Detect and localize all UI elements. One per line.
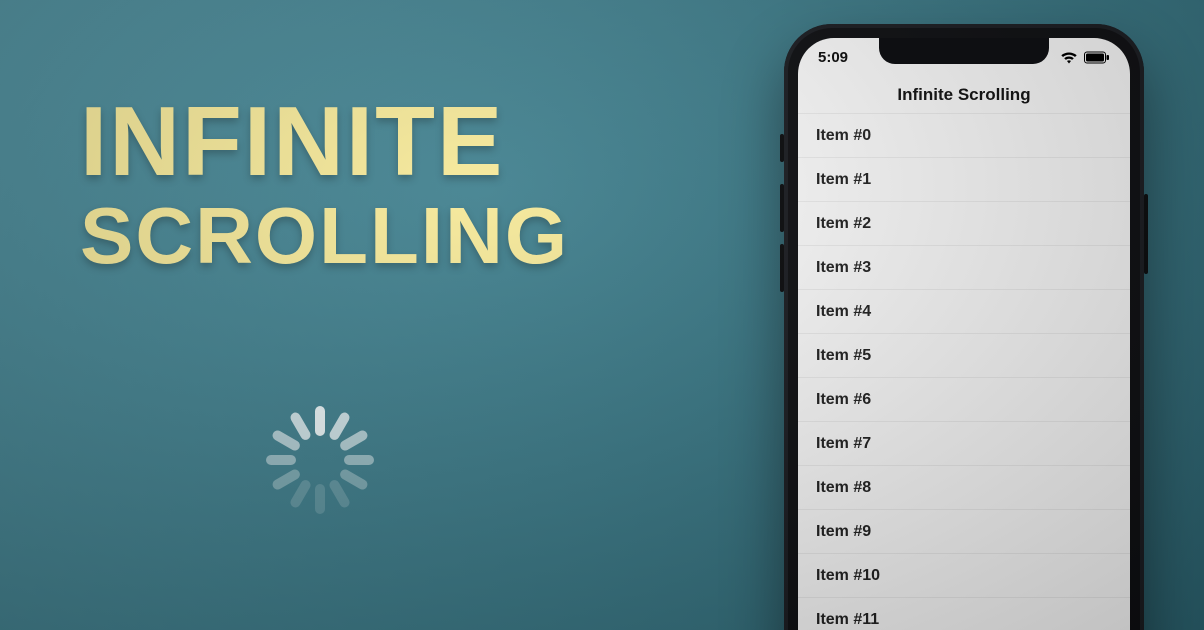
list-item-label: Item #2	[816, 215, 871, 233]
list-item-label: Item #8	[816, 479, 871, 497]
list-view[interactable]: Item #0 Item #1 Item #2 Item #3 Item #4 Item …	[798, 114, 1130, 630]
spinner-spoke	[344, 455, 374, 465]
list-item[interactable]: Item #9	[798, 510, 1130, 554]
loading-spinner-icon	[260, 400, 380, 520]
list-item-label: Item #5	[816, 347, 871, 365]
spinner-spoke	[338, 468, 369, 492]
status-time: 5:09	[818, 49, 848, 66]
list-item-label: Item #11	[816, 611, 879, 629]
list-item[interactable]: Item #11	[798, 598, 1130, 630]
list-item[interactable]: Item #3	[798, 246, 1130, 290]
spinner-spoke	[338, 429, 369, 453]
promo-stage: INFINITE SCROLLING 5:09	[0, 0, 1204, 630]
list-item-label: Item #4	[816, 303, 871, 321]
headline: INFINITE SCROLLING	[80, 92, 569, 276]
phone-notch	[879, 38, 1049, 64]
headline-line-2: SCROLLING	[80, 196, 569, 276]
spinner-spoke	[289, 478, 313, 509]
headline-line-1: INFINITE	[80, 92, 569, 190]
list-item-label: Item #1	[816, 171, 871, 189]
list-item-label: Item #6	[816, 391, 871, 409]
list-item[interactable]: Item #8	[798, 466, 1130, 510]
list-item-label: Item #7	[816, 435, 871, 453]
list-item[interactable]: Item #1	[798, 158, 1130, 202]
nav-bar: Infinite Scrolling	[798, 76, 1130, 114]
spinner-spoke	[315, 484, 325, 514]
list-item[interactable]: Item #0	[798, 114, 1130, 158]
volume-down-button	[780, 244, 784, 292]
list-item[interactable]: Item #10	[798, 554, 1130, 598]
spinner-spoke	[315, 406, 325, 436]
list-item[interactable]: Item #2	[798, 202, 1130, 246]
nav-title: Infinite Scrolling	[897, 85, 1030, 105]
list-item[interactable]: Item #4	[798, 290, 1130, 334]
phone-screen: 5:09	[798, 38, 1130, 630]
spinner-spoke	[289, 411, 313, 442]
status-icons	[1060, 51, 1110, 64]
list-item[interactable]: Item #6	[798, 378, 1130, 422]
list-item-label: Item #10	[816, 567, 880, 585]
spinner-spoke	[271, 429, 302, 453]
battery-icon	[1084, 51, 1110, 64]
mute-switch	[780, 134, 784, 162]
list-item[interactable]: Item #7	[798, 422, 1130, 466]
list-item-label: Item #0	[816, 127, 871, 145]
power-button	[1144, 194, 1148, 274]
list-item-label: Item #9	[816, 523, 871, 541]
phone-mockup: 5:09	[784, 24, 1144, 630]
volume-up-button	[780, 184, 784, 232]
wifi-icon	[1060, 51, 1078, 64]
list-item-label: Item #3	[816, 259, 871, 277]
list-item[interactable]: Item #5	[798, 334, 1130, 378]
spinner-spoke	[328, 478, 352, 509]
spinner-spoke	[266, 455, 296, 465]
